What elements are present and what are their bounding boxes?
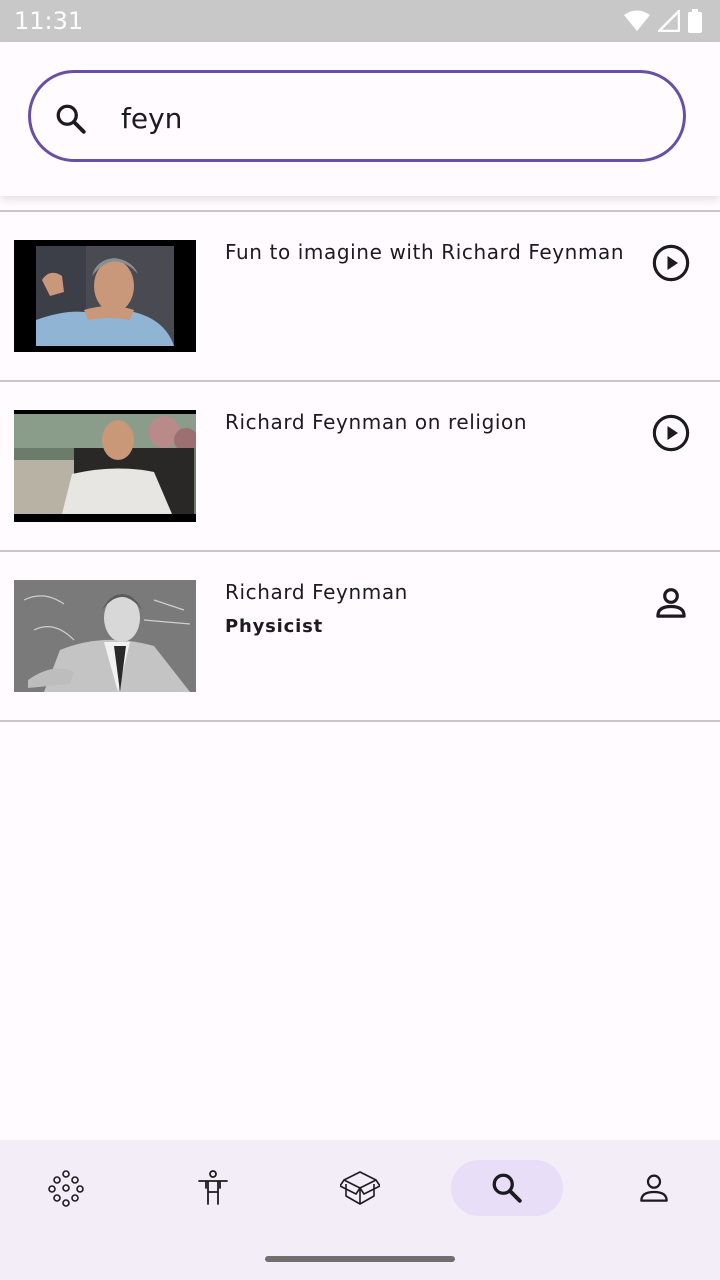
- signal-icon: [658, 10, 680, 32]
- nav-item-box[interactable]: [304, 1160, 416, 1216]
- search-icon: [492, 1173, 522, 1203]
- nav-item-search[interactable]: [451, 1160, 563, 1216]
- person-thumbnail: [14, 580, 196, 692]
- list-item[interactable]: Richard Feynman on religion: [0, 380, 720, 550]
- home-indicator[interactable]: [265, 1256, 455, 1262]
- list-item[interactable]: Fun to imagine with Richard Feynman: [0, 210, 720, 380]
- status-time: 11:31: [14, 7, 84, 35]
- result-title: Richard Feynman on religion: [225, 410, 528, 434]
- result-subtitle: Physicist: [225, 616, 323, 637]
- nav-item-profile[interactable]: [598, 1160, 710, 1216]
- battery-icon: [688, 9, 702, 33]
- search-bar[interactable]: [28, 70, 686, 162]
- box-icon: [340, 1171, 380, 1205]
- wifi-icon: [624, 10, 650, 31]
- play-circle-icon[interactable]: [650, 242, 692, 284]
- search-icon: [56, 104, 86, 134]
- person-icon[interactable]: [650, 582, 692, 624]
- results-list: Fun to imagine with Richard Feynman Rich…: [0, 210, 720, 722]
- search-header: [0, 42, 720, 196]
- result-title: Fun to imagine with Richard Feynman: [225, 240, 625, 264]
- accessibility-icon: [198, 1170, 228, 1205]
- video-thumbnail: [14, 240, 196, 352]
- search-input[interactable]: [119, 95, 643, 141]
- status-bar: 11:31: [0, 0, 720, 42]
- person-icon: [640, 1174, 668, 1202]
- status-icons: [624, 8, 702, 34]
- nav-item-molecules[interactable]: [10, 1160, 122, 1216]
- play-circle-icon[interactable]: [650, 412, 692, 454]
- list-item[interactable]: Richard Feynman Physicist: [0, 550, 720, 722]
- result-title: Richard Feynman: [225, 580, 408, 604]
- video-thumbnail: [14, 410, 196, 522]
- nav-item-accessibility[interactable]: [157, 1160, 269, 1216]
- molecules-icon: [48, 1170, 84, 1207]
